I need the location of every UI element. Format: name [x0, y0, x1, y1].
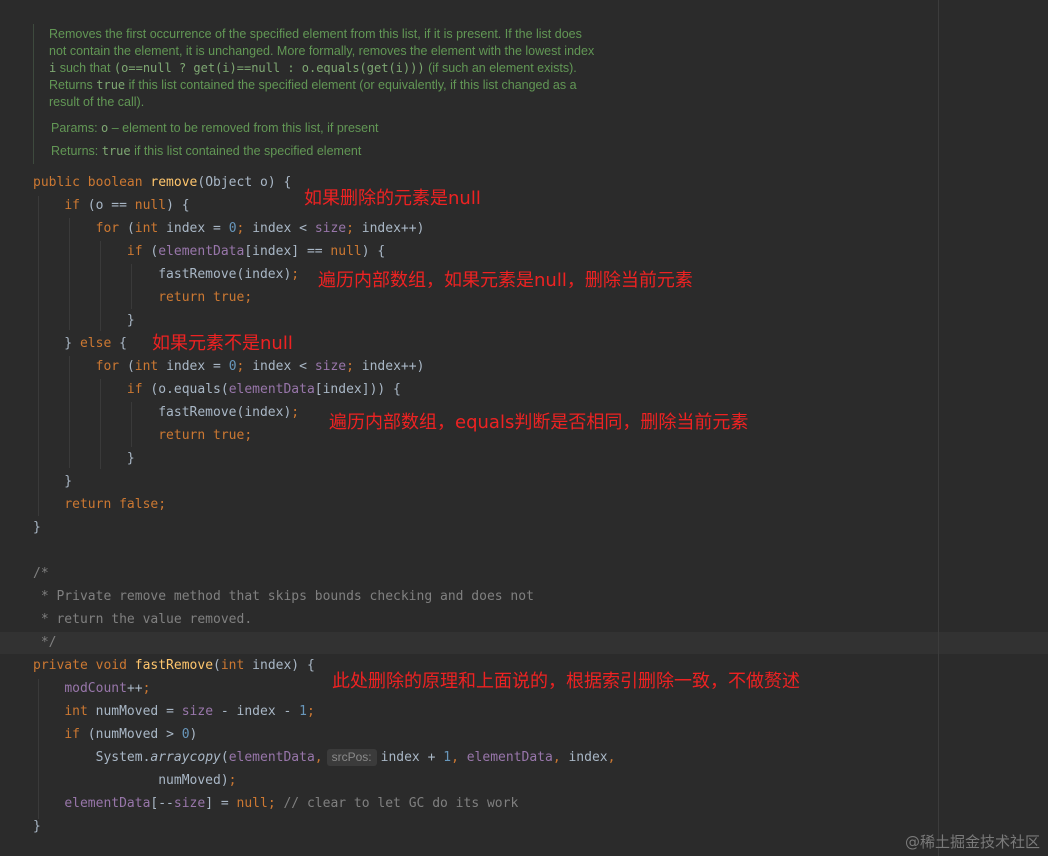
code-line: return true;: [158, 290, 253, 305]
code-line: if (o == null) {: [64, 198, 190, 213]
code-line: fastRemove(index);: [33, 405, 300, 420]
doc-line: Returns true if this list contained the …: [49, 78, 577, 92]
right-margin-guide: [938, 0, 939, 856]
comment-line: * return the value removed.: [33, 612, 253, 627]
code-line: }: [33, 451, 135, 466]
javadoc-block: Removes the first occurrence of the spec…: [33, 24, 674, 164]
code-line: if (elementData[index] == null) {: [126, 244, 386, 259]
code-line: }: [33, 313, 135, 328]
code-line: }: [33, 819, 41, 834]
parameter-hint: srcPos:: [326, 749, 377, 766]
doc-line: not contain the element, it is unchanged…: [49, 44, 595, 58]
code-line: return false;: [64, 497, 167, 512]
current-line-highlight: [0, 632, 1048, 654]
code-line: elementData[--size] = null; // clear to …: [64, 796, 519, 811]
comment-line: * Private remove method that skips bound…: [33, 589, 534, 604]
code-line: }: [33, 474, 73, 489]
code-line: public boolean remove(Object o) {: [33, 175, 292, 190]
code-line: if (numMoved > 0): [64, 727, 198, 742]
doc-line: Removes the first occurrence of the spec…: [49, 27, 582, 41]
doc-line: i such that (o==null ? get(i)==null : o.…: [49, 61, 577, 75]
code-line: int numMoved = size - index - 1;: [64, 704, 315, 719]
code-line: for (int index = 0; index < size; index+…: [95, 221, 425, 236]
code-line: private void fastRemove(int index) {: [33, 658, 315, 673]
doc-params: Params: o – element to be removed from t…: [51, 121, 379, 135]
code-editor[interactable]: Removes the first occurrence of the spec…: [0, 0, 1048, 856]
code-line: if (o.equals(elementData[index])) {: [126, 382, 401, 397]
annotation-null-check: 如果删除的元素是null: [304, 188, 481, 209]
doc-returns: Returns: true if this list contained the…: [51, 144, 362, 158]
code-line: }: [33, 520, 41, 535]
watermark: @稀土掘金技术社区: [904, 833, 1040, 851]
code-line: modCount++;: [64, 681, 151, 696]
comment-line: /*: [33, 566, 49, 581]
code-line: for (int index = 0; index < size; index+…: [95, 359, 425, 374]
doc-line: result of the call).: [49, 95, 145, 109]
code-line: numMoved);: [33, 773, 237, 788]
annotation-null-loop: 遍历内部数组，如果元素是null，删除当前元素: [318, 270, 693, 291]
code-line: fastRemove(index);: [33, 267, 300, 282]
code-line: System.arraycopy(elementData, srcPos: inde…: [33, 749, 616, 766]
comment-line: */: [33, 635, 57, 650]
annotation-fastremove: 此处删除的原理和上面说的，根据索引删除一致，不做赘述: [332, 671, 800, 692]
code-line: } else {: [33, 336, 127, 351]
annotation-not-null: 如果元素不是null: [152, 333, 293, 354]
annotation-equals-loop: 遍历内部数组，equals判断是否相同，删除当前元素: [329, 412, 749, 433]
code-line: return true;: [158, 428, 253, 443]
